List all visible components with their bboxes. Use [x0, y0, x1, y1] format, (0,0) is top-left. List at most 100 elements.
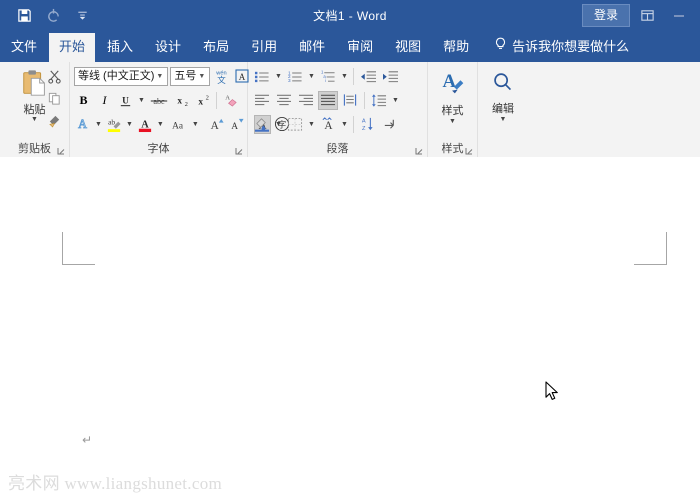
text-effects-dropdown-icon[interactable]: ▼ [94, 115, 103, 134]
copy-icon[interactable] [44, 89, 64, 107]
phonetic-guide-icon[interactable]: wén 文 [212, 67, 231, 86]
increase-indent-icon[interactable] [380, 67, 400, 86]
align-right-icon[interactable] [296, 91, 316, 110]
paragraph-divider-2 [364, 92, 365, 109]
tab-design[interactable]: 设计 [145, 33, 191, 62]
shading-dropdown-icon[interactable]: ▼ [274, 115, 283, 134]
svg-text:2: 2 [184, 101, 187, 108]
ribbon-group-font: 等线 (中文正文) ▼ 五号 ▼ wén 文 [70, 62, 248, 157]
svg-text:文: 文 [218, 75, 227, 85]
undo-icon[interactable] [43, 5, 63, 25]
svg-text:A: A [324, 120, 333, 132]
strikethrough-button[interactable]: abc [148, 91, 170, 110]
change-case-dropdown-icon[interactable]: ▼ [191, 115, 200, 134]
editing-label: 编辑 [492, 103, 514, 116]
multilevel-dropdown-icon[interactable]: ▼ [340, 67, 349, 86]
justify-icon[interactable] [318, 91, 338, 110]
grow-font-icon[interactable]: A [208, 115, 226, 134]
superscript-button[interactable]: x 2 [193, 91, 212, 110]
tab-mailings[interactable]: 邮件 [289, 33, 335, 62]
styles-button[interactable]: A 样式 ▼ [432, 65, 473, 125]
ribbon-display-options-icon[interactable] [632, 2, 662, 28]
font-dialog-launcher[interactable] [234, 144, 245, 155]
tab-references[interactable]: 引用 [241, 33, 287, 62]
tab-review[interactable]: 审阅 [337, 33, 383, 62]
shading-icon[interactable] [252, 115, 272, 134]
editing-dropdown-icon[interactable]: ▼ [500, 116, 507, 123]
styles-dialog-launcher[interactable] [464, 144, 475, 155]
align-left-icon[interactable] [252, 91, 272, 110]
svg-text:3: 3 [288, 78, 291, 83]
save-icon[interactable] [14, 5, 34, 25]
change-case-icon[interactable]: Aa [167, 115, 189, 134]
shrink-font-icon[interactable]: A [228, 115, 246, 134]
text-effects-icon[interactable]: A [74, 115, 92, 134]
font-color-icon[interactable]: A [136, 115, 154, 134]
ribbon-tab-strip: 文件 开始 插入 设计 布局 引用 邮件 审阅 视图 帮助 告诉我你想要做什么 [0, 30, 700, 62]
show-formatting-marks-icon[interactable] [380, 115, 400, 134]
tell-me-box[interactable]: 告诉我你想要做什么 [494, 36, 629, 62]
top-right-margin-mark [634, 232, 667, 265]
cut-icon[interactable] [44, 67, 64, 85]
highlight-color-icon[interactable]: ab [105, 115, 123, 134]
window-controls: 登录 [582, 0, 694, 30]
font-name-combo[interactable]: 等线 (中文正文) ▼ [74, 67, 168, 86]
clear-formatting-icon[interactable]: A [221, 91, 240, 110]
svg-text:abc: abc [153, 97, 165, 106]
bold-button[interactable]: B [74, 91, 93, 110]
top-left-margin-mark [62, 232, 95, 265]
borders-icon[interactable] [285, 115, 305, 134]
tab-file[interactable]: 文件 [1, 33, 47, 62]
tab-view[interactable]: 视图 [385, 33, 431, 62]
borders-dropdown-icon[interactable]: ▼ [307, 115, 316, 134]
multilevel-list-icon[interactable]: 1 a i [318, 67, 338, 86]
tab-help[interactable]: 帮助 [433, 33, 479, 62]
ribbon-group-styles: A 样式 ▼ 样式 [428, 62, 478, 157]
paste-dropdown-icon[interactable]: ▼ [31, 116, 38, 123]
ribbon-group-paragraph: ▼ 1 2 3 ▼ 1 a [248, 62, 428, 157]
minimize-button[interactable] [664, 2, 694, 28]
document-area[interactable]: ↵ 亮术网 www.liangshunet.com [0, 157, 700, 500]
text-align-cn-dropdown-icon[interactable]: ▼ [340, 115, 349, 134]
editing-button[interactable]: 编辑 ▼ [482, 65, 524, 123]
line-spacing-icon[interactable] [369, 91, 389, 110]
italic-button[interactable]: I [95, 91, 114, 110]
document-page[interactable]: ↵ [0, 157, 700, 500]
font-group-label: 字体 [70, 143, 247, 156]
paragraph-mark: ↵ [82, 434, 92, 446]
sort-icon[interactable]: A Z [358, 115, 378, 134]
underline-button[interactable]: U [116, 91, 135, 110]
font-size-dropdown-icon[interactable]: ▼ [196, 73, 207, 80]
font-name-dropdown-icon[interactable]: ▼ [154, 73, 165, 80]
svg-text:A: A [239, 72, 246, 82]
tab-layout[interactable]: 布局 [193, 33, 239, 62]
font-size-combo[interactable]: 五号 ▼ [170, 67, 210, 86]
svg-text:ab: ab [108, 117, 115, 126]
numbering-icon[interactable]: 1 2 3 [285, 67, 305, 86]
svg-text:A: A [231, 122, 238, 132]
styles-dropdown-icon[interactable]: ▼ [449, 118, 456, 125]
paragraph-row-1: ▼ 1 2 3 ▼ 1 a [252, 65, 423, 87]
paste-label: 粘贴 [24, 104, 46, 116]
italic-label: I [103, 93, 107, 108]
bullets-icon[interactable] [252, 67, 272, 86]
format-painter-icon[interactable] [44, 111, 64, 129]
tab-home[interactable]: 开始 [49, 33, 95, 62]
clipboard-dialog-launcher[interactable] [56, 144, 67, 155]
numbering-dropdown-icon[interactable]: ▼ [307, 67, 316, 86]
underline-dropdown-icon[interactable]: ▼ [137, 91, 146, 110]
font-color-dropdown-icon[interactable]: ▼ [156, 115, 165, 134]
customize-quick-access-icon[interactable] [72, 5, 92, 25]
text-align-cn-icon[interactable]: A [318, 115, 338, 134]
svg-text:Aa: Aa [172, 121, 184, 131]
sign-in-button[interactable]: 登录 [582, 4, 630, 27]
highlight-dropdown-icon[interactable]: ▼ [125, 115, 134, 134]
bullets-dropdown-icon[interactable]: ▼ [274, 67, 283, 86]
align-center-icon[interactable] [274, 91, 294, 110]
tab-insert[interactable]: 插入 [97, 33, 143, 62]
subscript-button[interactable]: x 2 [172, 91, 191, 110]
line-spacing-dropdown-icon[interactable]: ▼ [391, 91, 400, 110]
distribute-icon[interactable] [340, 91, 360, 110]
decrease-indent-icon[interactable] [358, 67, 378, 86]
paragraph-dialog-launcher[interactable] [414, 144, 425, 155]
